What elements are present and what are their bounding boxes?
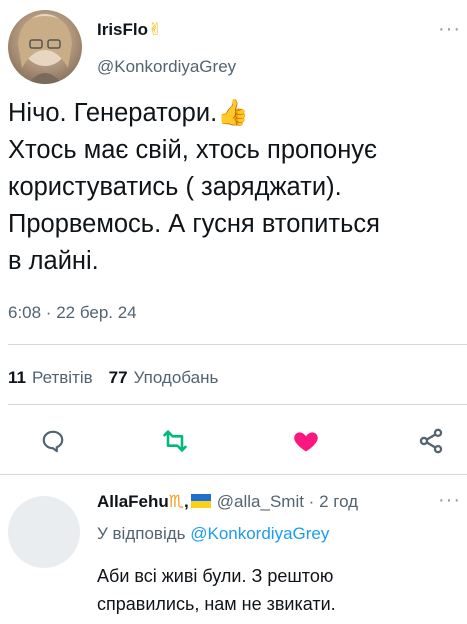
reply-author-avatar[interactable] <box>8 496 80 568</box>
ukraine-flag-icon <box>190 494 211 508</box>
tweet-stats: 11 Ретвітів 77 Уподобань <box>8 368 234 388</box>
tweet-line-5: в лайні. <box>8 247 99 275</box>
tweet-actions <box>0 418 467 462</box>
retweets-label: Ретвітів <box>31 368 93 387</box>
more-icon[interactable]: ··· <box>438 18 461 41</box>
tweet-timestamp[interactable]: 6:08 · 22 бер. 24 <box>8 303 137 323</box>
author-name[interactable]: IrisFlo✌ <box>97 20 162 40</box>
reply-to-prefix: У відповідь <box>97 524 191 543</box>
reply-tweet[interactable]: AllaFehu♏, @alla_Smit · 2 год ··· У відпо… <box>0 476 467 624</box>
reply-to-mention[interactable]: @KonkordiyaGrey <box>190 524 329 543</box>
share-button[interactable] <box>416 426 446 456</box>
retweets-stat[interactable]: 11 Ретвітів <box>8 368 93 388</box>
likes-stat[interactable]: 77 Уподобань <box>109 368 219 388</box>
author-avatar[interactable] <box>8 10 82 84</box>
retweets-count: 11 <box>8 368 26 387</box>
author-name-text: IrisFlo <box>97 20 149 39</box>
share-icon <box>419 428 443 454</box>
tweet-line-2: Хтось має свій, хтось пропонує <box>8 136 378 164</box>
heart-icon <box>294 432 318 452</box>
divider <box>8 344 467 345</box>
reply-handle-time: @alla_Smit · 2 год <box>216 492 359 511</box>
scorpio-icon: ♏ <box>168 492 185 511</box>
thumbs-up-icon: 👍 <box>217 99 249 127</box>
reply-to-line: У відповідь @KonkordiyaGrey <box>97 524 329 544</box>
likes-label: Уподобань <box>133 368 219 387</box>
tweet-line-1: Нічо. Генератори. <box>8 99 218 127</box>
tweet-line-3: користуватись ( заряджати). <box>8 173 342 201</box>
reply-author-name-text: AllaFehu <box>97 492 169 511</box>
reply-author-name[interactable]: AllaFehu♏, @alla_Smit · 2 год <box>97 492 358 512</box>
author-handle[interactable]: @KonkordiyaGrey <box>97 57 236 77</box>
retweet-button[interactable] <box>160 426 190 456</box>
victory-hand-icon: ✌ <box>148 20 163 39</box>
reply-more-icon[interactable]: ··· <box>438 489 461 512</box>
tweet-line-4: Прорвемось. А гусня втопиться <box>8 210 380 238</box>
retweet-icon <box>163 430 187 452</box>
comment-icon <box>42 430 64 453</box>
tweet-separator <box>0 474 467 475</box>
divider <box>8 404 467 405</box>
likes-count: 77 <box>108 368 128 387</box>
tweet-text: Нічо. Генератори.👍 Хтось має свій, хтось… <box>8 95 467 280</box>
like-button[interactable] <box>291 426 321 456</box>
reply-text: Аби всі живі були. З рештою справились, … <box>97 566 336 614</box>
reply-button[interactable] <box>38 426 68 456</box>
